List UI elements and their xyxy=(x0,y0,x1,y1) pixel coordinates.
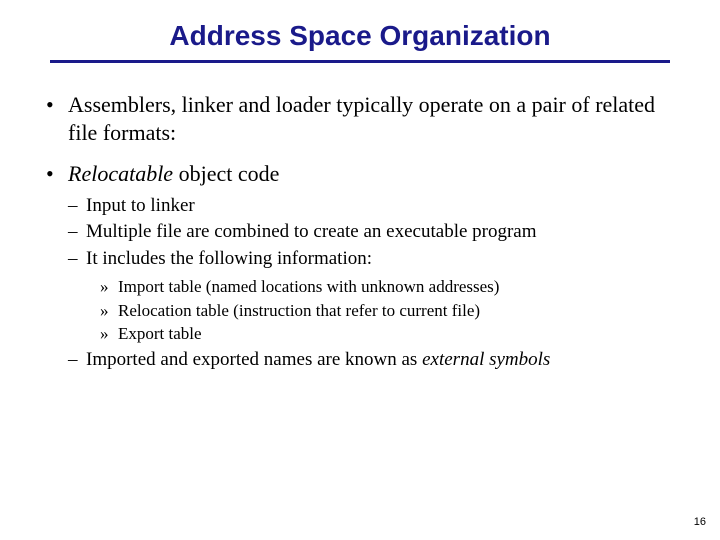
bullet-list-level2: Input to linker Multiple file are combin… xyxy=(68,194,680,374)
bullet-item: Assemblers, linker and loader typically … xyxy=(40,91,680,146)
sub-sub-bullet-text: Export table xyxy=(118,324,202,343)
sub-bullet-item: It includes the following information: I… xyxy=(68,247,680,347)
page-number: 16 xyxy=(694,516,706,528)
sub-bullet-item: Multiple file are combined to create an … xyxy=(68,220,680,245)
title-underline xyxy=(50,60,670,63)
bullet-item: Relocatable object code Input to linker … xyxy=(40,160,680,373)
sub-bullet-item: Imported and exported names are known as… xyxy=(68,348,680,373)
bullet-list-level1: Assemblers, linker and loader typically … xyxy=(40,91,680,373)
sub-sub-bullet-text: Import table (named locations with unkno… xyxy=(118,277,499,296)
sub-bullet-text: Input to linker xyxy=(86,195,195,216)
bullet-text-italic: Relocatable xyxy=(68,161,173,186)
bullet-text: Assemblers, linker and loader typically … xyxy=(68,92,655,145)
sub-bullet-text-italic: external symbols xyxy=(422,349,550,370)
sub-bullet-item: Input to linker xyxy=(68,194,680,219)
sub-sub-bullet-item: Import table (named locations with unkno… xyxy=(100,276,680,299)
sub-sub-bullet-item: Relocation table (instruction that refer… xyxy=(100,300,680,323)
bullet-list-level3: Import table (named locations with unkno… xyxy=(100,276,680,347)
sub-sub-bullet-item: Export table xyxy=(100,323,680,346)
bullet-text: object code xyxy=(173,161,279,186)
sub-bullet-text: Multiple file are combined to create an … xyxy=(86,221,537,242)
slide-content: Assemblers, linker and loader typically … xyxy=(40,91,680,373)
sub-bullet-text: Imported and exported names are known as xyxy=(86,349,422,370)
sub-sub-bullet-text: Relocation table (instruction that refer… xyxy=(118,301,480,320)
sub-bullet-text: It includes the following information: xyxy=(86,248,372,269)
slide-container: Address Space Organization Assemblers, l… xyxy=(0,0,720,373)
slide-title: Address Space Organization xyxy=(40,20,680,52)
